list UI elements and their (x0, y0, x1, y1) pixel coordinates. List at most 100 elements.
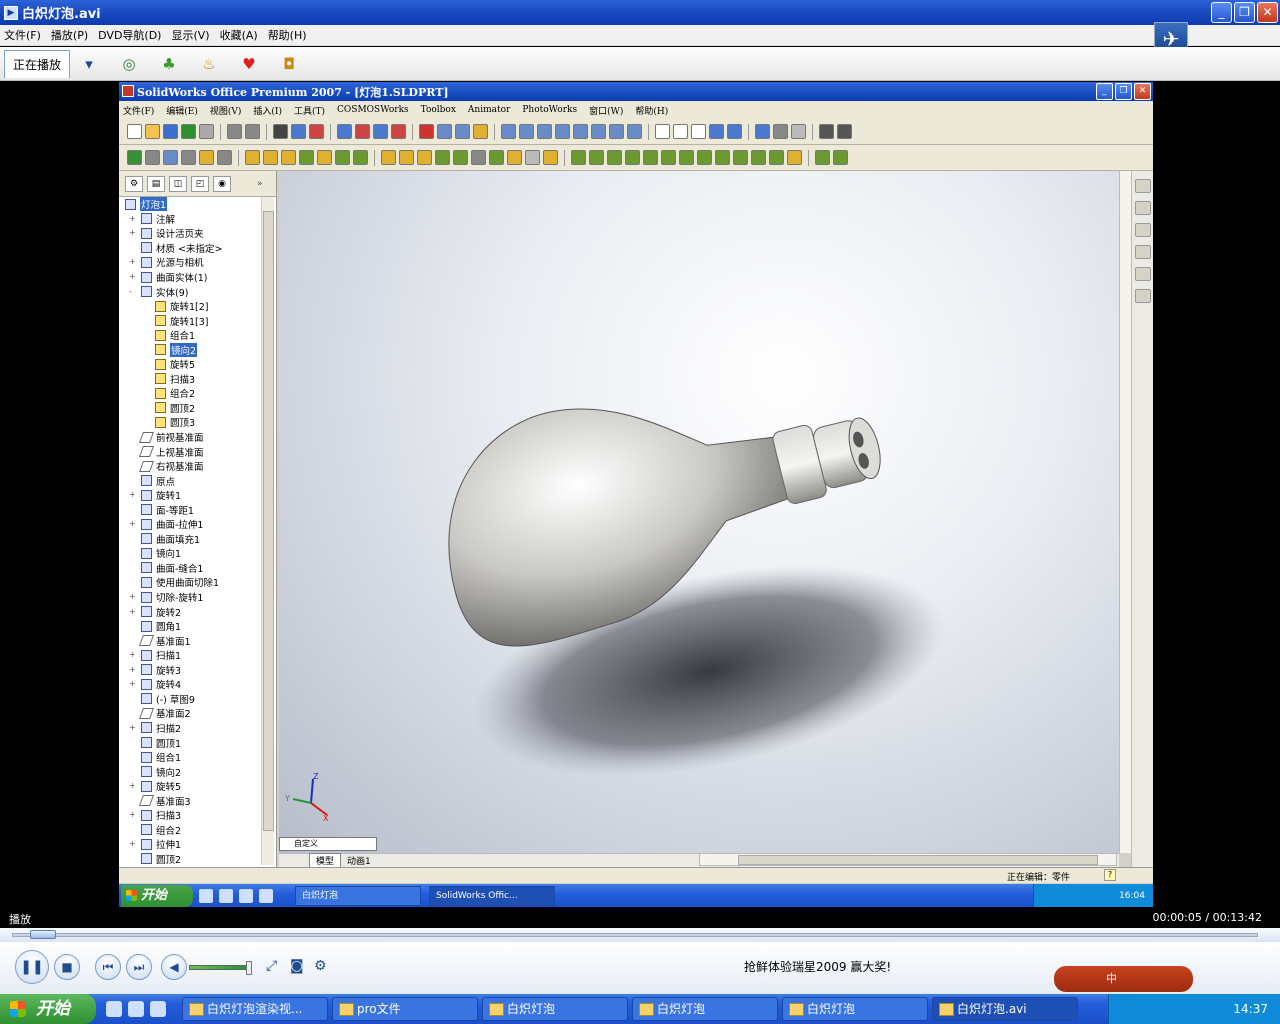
property-tab-icon[interactable]: ▤ (147, 175, 165, 192)
expand-icon[interactable]: + (129, 665, 136, 674)
tree-item[interactable]: + 光源与相机 (119, 255, 261, 270)
toolbar-tool-icon[interactable] (655, 124, 670, 139)
toolbar-tool-icon[interactable] (291, 124, 306, 139)
display-state-combo[interactable]: 自定义 (279, 837, 377, 851)
expand-icon[interactable]: + (129, 229, 136, 237)
toolbar-tool-icon[interactable] (697, 150, 712, 165)
inner-quicklaunch-icon[interactable] (219, 889, 233, 903)
screenshot-icon[interactable]: ◙ (290, 958, 304, 974)
toolbar-tool-icon[interactable] (273, 124, 288, 139)
toolbar-tool-icon[interactable] (555, 124, 570, 139)
tree-item[interactable]: + 切除-旋转1 (119, 590, 261, 605)
tree-item[interactable]: 曲面-缝合1 (119, 561, 261, 576)
sw-menu-photoworks[interactable]: PhotoWorks (522, 105, 577, 115)
minimize-button[interactable]: _ (1211, 2, 1232, 23)
inner-quicklaunch-icon[interactable] (259, 889, 273, 903)
toolbar-tool-icon[interactable] (199, 124, 214, 139)
tree-item[interactable]: 基准面3 (119, 793, 261, 808)
sw-menu-animator[interactable]: Animator (468, 105, 510, 115)
taskbar-item[interactable]: 白炽灯泡 (782, 997, 928, 1021)
toolbar-tool-icon[interactable] (833, 150, 848, 165)
graphics-hscroll[interactable] (699, 853, 1117, 866)
settings-gear-icon[interactable]: ⚙ (314, 958, 327, 974)
taskbar-item[interactable]: 白炽灯泡渲染视... (182, 997, 328, 1021)
toolbar-tool-icon[interactable] (217, 150, 232, 165)
taskbar-item[interactable]: 白炽灯泡 (482, 997, 628, 1021)
toolbar-tool-icon[interactable] (627, 124, 642, 139)
previous-button[interactable]: ⏮ (95, 954, 121, 980)
inner-task-item[interactable]: SolidWorks Offic... (429, 886, 555, 906)
toolbar-tool-icon[interactable] (507, 150, 522, 165)
toolbar-tool-icon[interactable] (643, 150, 658, 165)
ime-toolbar[interactable]: 中 (1054, 966, 1193, 992)
sw-menu-tools[interactable]: 工具(T) (294, 104, 325, 117)
toolbar-tool-icon[interactable] (773, 124, 788, 139)
game-icon[interactable]: ♣ (156, 53, 182, 75)
toolbar-tool-icon[interactable] (791, 124, 806, 139)
menu-favorites[interactable]: 收藏(A) (220, 27, 258, 43)
search-icon[interactable] (1134, 245, 1151, 259)
tree-item[interactable]: 基准面2 (119, 706, 261, 721)
menu-file[interactable]: 文件(F) (4, 27, 41, 43)
toolbar-tool-icon[interactable] (435, 150, 450, 165)
toolbar-tool-icon[interactable] (591, 124, 606, 139)
toolbar-tool-icon[interactable] (373, 124, 388, 139)
toolbar-tool-icon[interactable] (733, 150, 748, 165)
toolbar-tool-icon[interactable] (353, 150, 368, 165)
toolbar-tool-icon[interactable] (419, 124, 434, 139)
seek-knob[interactable] (30, 930, 56, 939)
tree-item[interactable]: 旋转5 (119, 357, 261, 372)
toolbar-tool-icon[interactable] (299, 150, 314, 165)
feature-tree-tab-icon[interactable]: ⚙ (125, 175, 143, 192)
expand-icon[interactable]: + (129, 840, 136, 848)
toolbar-tool-icon[interactable] (473, 124, 488, 139)
toolbar-tool-icon[interactable] (607, 150, 622, 165)
dim-tab-icon[interactable]: ◰ (191, 175, 209, 192)
sw-menu-file[interactable]: 文件(F) (123, 104, 154, 117)
tree-item[interactable]: + 旋转3 (119, 663, 261, 678)
toolbar-tool-icon[interactable] (181, 124, 196, 139)
toolbar-tool-icon[interactable] (501, 124, 516, 139)
tree-item[interactable]: 圆角1 (119, 619, 261, 634)
menu-view[interactable]: 显示(V) (171, 27, 209, 43)
sw-menu-insert[interactable]: 插入(I) (253, 104, 282, 117)
inner-task-item[interactable]: 白炽灯泡 (295, 886, 421, 906)
expand-icon[interactable]: + (129, 273, 136, 281)
tree-root-label[interactable]: 灯泡1 (140, 197, 168, 212)
toolbar-tool-icon[interactable] (163, 150, 178, 165)
toolbar-tool-icon[interactable] (625, 150, 640, 165)
tree-item[interactable]: + 扫描2 (119, 721, 261, 736)
tree-item[interactable]: 旋转1[2] (119, 299, 261, 314)
expand-icon[interactable]: + (129, 214, 136, 223)
expand-icon[interactable]: + (129, 782, 136, 790)
sw-minimize-button[interactable]: _ (1096, 83, 1113, 100)
expand-icon[interactable]: + (129, 520, 136, 528)
menu-help[interactable]: 帮助(H) (268, 27, 307, 43)
toolbar-tool-icon[interactable] (199, 150, 214, 165)
sw-menu-toolbox[interactable]: Toolbox (421, 105, 456, 115)
tree-item[interactable]: 镜向1 (119, 546, 261, 561)
start-button[interactable]: 开始 (0, 994, 96, 1024)
tree-item[interactable]: + 旋转5 (119, 779, 261, 794)
quicklaunch-icon[interactable] (106, 1001, 122, 1017)
toolbar-tool-icon[interactable] (145, 150, 160, 165)
toolbar-tool-icon[interactable] (227, 124, 242, 139)
seek-bar[interactable] (0, 928, 1280, 942)
appearance-tab-icon[interactable]: ◉ (213, 175, 231, 192)
toolbar-tool-icon[interactable] (543, 150, 558, 165)
toolbar-tool-icon[interactable] (399, 150, 414, 165)
fullscreen-icon[interactable]: ⤢ (266, 958, 277, 974)
menu-play[interactable]: 播放(P) (51, 27, 88, 43)
ad-banner-text[interactable]: 抢鲜体验瑞星2009 赢大奖! (744, 958, 891, 975)
tree-item[interactable]: + 拉伸1 (119, 837, 261, 852)
toolbar-tool-icon[interactable] (245, 150, 260, 165)
tab-animation[interactable]: 动画1 (341, 854, 377, 867)
toolbar-tool-icon[interactable] (727, 124, 742, 139)
toolbar-tool-icon[interactable] (471, 150, 486, 165)
pause-button[interactable]: ❚❚ (15, 950, 49, 984)
tab-model[interactable]: 模型 (309, 852, 342, 868)
toolbar-tool-icon[interactable] (837, 124, 852, 139)
file-explorer-icon[interactable] (1134, 223, 1151, 237)
toolbar-tool-icon[interactable] (679, 150, 694, 165)
tree-item[interactable]: 圆顶3 (119, 415, 261, 430)
